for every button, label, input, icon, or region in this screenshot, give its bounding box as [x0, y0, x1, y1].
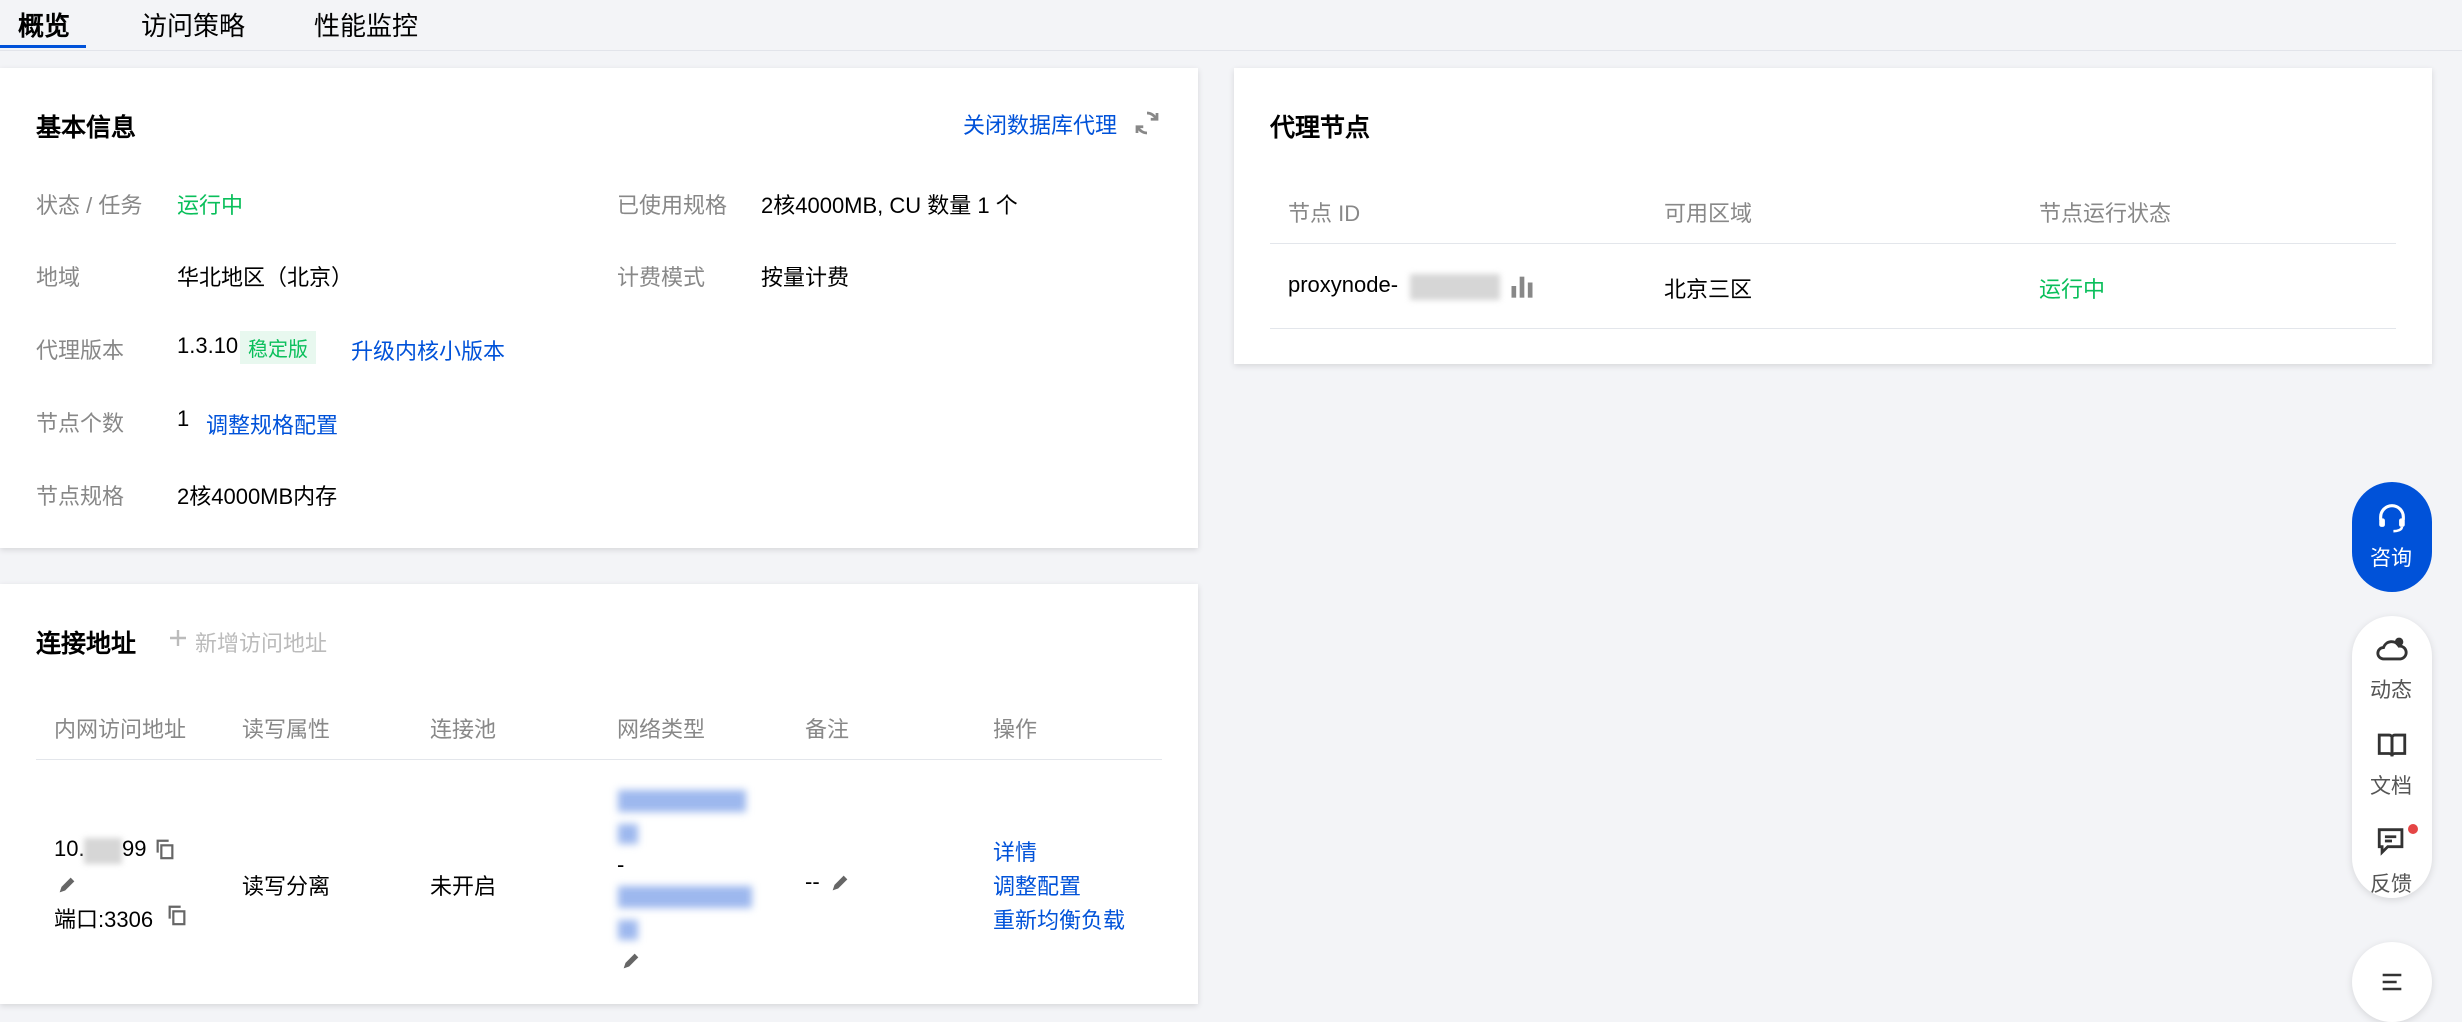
table-header-divider — [36, 759, 1162, 760]
table-row-divider — [1270, 328, 2396, 329]
headset-icon — [2379, 504, 2405, 533]
column-header-pool: 连接池 — [430, 717, 497, 742]
plus-icon — [170, 630, 186, 646]
notification-dot — [2408, 824, 2418, 834]
pool-value: 未开启 — [430, 874, 497, 899]
column-header-remark: 备注 — [805, 717, 850, 742]
edit-icon[interactable] — [620, 950, 642, 972]
column-header-node-status: 节点运行状态 — [2039, 201, 2172, 226]
tab-bar: 概览 访问策略 性能监控 — [0, 0, 2462, 51]
node-status-value: 运行中 — [2039, 277, 2106, 302]
rw-value: 读写分离 — [242, 874, 331, 899]
feedback-label: 反馈 — [2370, 873, 2412, 896]
proxy-nodes-title: 代理节点 — [1270, 114, 1371, 142]
node-id-value: proxynode- — [1288, 272, 1399, 297]
table-header-divider — [1270, 243, 2396, 244]
list-icon — [2382, 973, 2402, 991]
column-header-network: 网络类型 — [617, 717, 706, 742]
rebalance-link[interactable]: 重新均衡负载 — [993, 903, 1125, 935]
feedback-icon — [2377, 828, 2404, 856]
tab-access-policy[interactable]: 访问策略 — [141, 6, 245, 43]
address-suffix: 99 — [122, 836, 147, 861]
region-label: 地域 — [36, 265, 81, 290]
column-header-address: 内网访问地址 — [54, 717, 187, 742]
bar-chart-icon[interactable] — [1508, 272, 1536, 300]
port-value: 端口:3306 — [54, 907, 154, 932]
more-button[interactable] — [2352, 942, 2432, 1022]
upgrade-kernel-link[interactable]: 升级内核小版本 — [351, 334, 505, 366]
used-spec-label: 已使用规格 — [617, 193, 728, 218]
billing-mode-label: 计费模式 — [617, 265, 706, 290]
docs-label: 文档 — [2370, 775, 2412, 798]
consult-button[interactable]: 咨询 — [2352, 482, 2432, 592]
redacted-network-link-tail[interactable] — [618, 824, 638, 844]
network-separator: - — [617, 852, 625, 877]
node-count-value: 1 — [177, 406, 190, 431]
copy-icon[interactable] — [154, 838, 176, 860]
basic-info-title: 基本信息 — [36, 114, 137, 142]
node-count-label: 节点个数 — [36, 411, 125, 436]
column-header-zone: 可用区域 — [1664, 201, 1753, 226]
column-header-node-id: 节点 ID — [1288, 201, 1361, 226]
used-spec-value: 2核4000MB, CU 数量 1 个 — [761, 193, 1018, 218]
status-value: 运行中 — [177, 193, 244, 218]
tab-performance-monitor[interactable]: 性能监控 — [314, 6, 418, 43]
add-address-button[interactable]: 新增访问地址 — [195, 626, 327, 658]
proxy-nodes-card: 代理节点 节点 ID 可用区域 节点运行状态 proxynode- 北京三区 运… — [1234, 68, 2432, 364]
edit-icon[interactable] — [829, 872, 851, 894]
refresh-icon[interactable] — [1132, 108, 1162, 138]
region-value: 华北地区（北京） — [177, 265, 354, 290]
tab-overview[interactable]: 概览 — [18, 6, 70, 43]
edit-icon[interactable] — [56, 874, 78, 896]
node-spec-value: 2核4000MB内存 — [177, 484, 338, 509]
news-label: 动态 — [2370, 679, 2412, 702]
adjust-config-link[interactable]: 调整配置 — [993, 869, 1081, 901]
billing-mode-value: 按量计费 — [761, 265, 850, 290]
redacted-node-id — [1410, 274, 1500, 300]
redacted-network-link[interactable] — [618, 886, 752, 908]
basic-info-card: 基本信息 关闭数据库代理 状态 / 任务 运行中 地域 华北地区（北京） 代理版… — [0, 68, 1198, 548]
zone-value: 北京三区 — [1664, 277, 1753, 302]
column-header-rw: 读写属性 — [242, 717, 331, 742]
remark-value: -- — [805, 869, 820, 894]
stable-version-badge: 稳定版 — [240, 331, 316, 364]
book-icon — [2377, 733, 2407, 757]
connections-title: 连接地址 — [36, 630, 137, 658]
column-header-actions: 操作 — [993, 717, 1038, 742]
status-label: 状态 / 任务 — [36, 193, 143, 218]
cloud-notification-icon — [2376, 637, 2408, 661]
details-link[interactable]: 详情 — [993, 835, 1037, 867]
active-tab-indicator — [0, 45, 86, 48]
redacted-network-link[interactable] — [618, 790, 746, 812]
adjust-spec-link[interactable]: 调整规格配置 — [206, 408, 338, 440]
close-proxy-link[interactable]: 关闭数据库代理 — [963, 108, 1117, 140]
redacted-address — [84, 838, 122, 864]
redacted-network-link-tail[interactable] — [618, 920, 638, 940]
consult-label: 咨询 — [2370, 547, 2412, 570]
floating-toolbar: 动态 文档 反馈 — [2352, 616, 2432, 898]
version-label: 代理版本 — [36, 338, 125, 363]
connections-card: 连接地址 新增访问地址 内网访问地址 读写属性 连接池 网络类型 备注 操作 1… — [0, 584, 1198, 1004]
copy-icon[interactable] — [166, 904, 188, 926]
node-spec-label: 节点规格 — [36, 484, 125, 509]
version-value: 1.3.10 — [177, 333, 239, 358]
address-prefix: 10. — [54, 836, 85, 861]
